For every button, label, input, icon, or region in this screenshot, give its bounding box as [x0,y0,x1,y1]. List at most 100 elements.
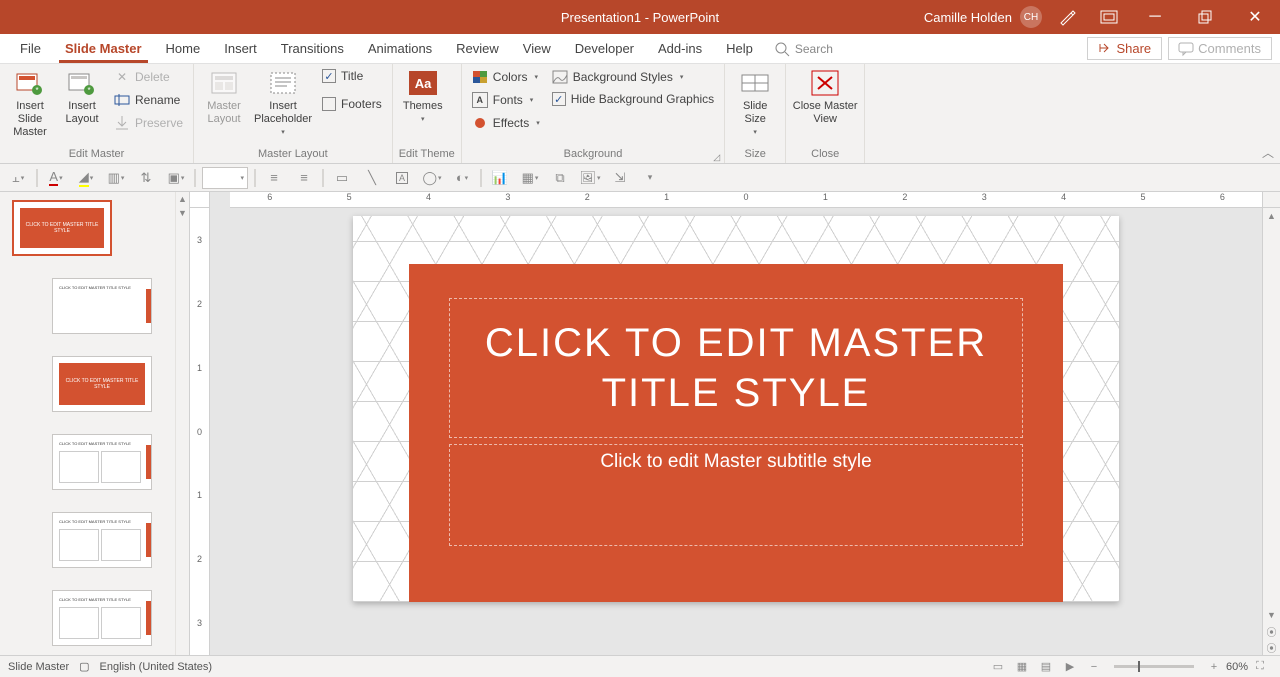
zoom-in-button[interactable]: + [1202,658,1226,676]
scroll-down-icon[interactable]: ▼ [176,206,189,220]
prev-slide-icon[interactable]: ⦿ [1263,623,1280,639]
tab-insert[interactable]: Insert [212,35,269,62]
insert-slide-master-button[interactable]: * Insert Slide Master [6,67,54,139]
more-shapes-button[interactable]: ◐▾ [450,167,474,189]
rename-button[interactable]: Rename [110,90,187,110]
slide-size-button[interactable]: Slide Size ▾ [731,67,779,139]
slideshow-icon[interactable]: ▶ [1058,658,1082,676]
layout-thumb[interactable]: CLICK TO EDIT MASTER TITLE STYLE [52,512,152,568]
slide[interactable]: CLICK TO EDIT MASTER TITLE STYLE Click t… [353,216,1119,602]
delete-button[interactable]: ✕Delete [110,67,187,87]
layout-thumb[interactable]: CLICK TO EDIT MASTER TITLE STYLE [52,278,152,334]
master-layout-button: Master Layout [200,67,248,126]
tab-home[interactable]: Home [154,35,213,62]
chart-button[interactable]: 📊 [488,167,512,189]
tab-slide-master[interactable]: Slide Master [53,35,154,62]
tab-view[interactable]: View [511,35,563,62]
tab-file[interactable]: File [8,35,53,62]
tab-addins[interactable]: Add-ins [646,35,714,62]
tab-animations[interactable]: Animations [356,35,444,62]
footers-checkbox[interactable]: Footers [318,95,386,113]
collapse-ribbon-icon[interactable]: ︿ [1262,144,1274,161]
layout-thumb[interactable]: CLICK TO EDIT MASTER TITLE STYLE [52,590,152,646]
tab-transitions[interactable]: Transitions [269,35,356,62]
send-back-button[interactable]: ⇲ [608,167,632,189]
tab-review[interactable]: Review [444,35,511,62]
avatar[interactable]: CH [1020,6,1042,28]
normal-view-icon[interactable]: ▭ [986,658,1010,676]
layout-thumb[interactable]: CLICK TO EDIT MASTER TITLE STYLE [52,356,152,412]
restore-button[interactable] [1184,0,1226,34]
scroll-up-icon[interactable]: ▲ [1263,208,1280,224]
scroll-down-icon[interactable]: ▼ [1263,607,1280,623]
insert-placeholder-button[interactable]: Insert Placeholder ▾ [252,67,314,139]
textbox-button[interactable]: A [390,167,414,189]
align-left-button[interactable]: ≡ [262,167,286,189]
thumbnail-pane[interactable]: CLICK TO EDIT MASTER TITLE STYLE CLICK T… [0,192,190,655]
vertical-scrollbar[interactable]: ▲ ▼ ⦿ ⦿ [1262,208,1280,655]
group-button[interactable]: ▣▾ [164,167,188,189]
rename-icon [114,92,130,108]
crop-button[interactable]: ⧉ [548,167,572,189]
svg-text:*: * [35,86,38,95]
style-dropdown[interactable]: ▾ [202,167,248,189]
preserve-button[interactable]: Preserve [110,113,187,133]
sort-button[interactable]: ⇅ [134,167,158,189]
user-name[interactable]: Camille Holden [924,10,1012,25]
shapes-button[interactable]: ◯▾ [420,167,444,189]
hide-bg-checkbox[interactable]: ✓Hide Background Graphics [548,90,718,108]
title-placeholder[interactable]: CLICK TO EDIT MASTER TITLE STYLE [449,298,1023,438]
master-thumb[interactable]: CLICK TO EDIT MASTER TITLE STYLE [12,200,112,256]
insert-layout-button[interactable]: * Insert Layout [58,67,106,126]
colors-button[interactable]: Colors▾ [468,67,544,87]
search-icon [775,42,789,56]
fonts-button[interactable]: AFonts▾ [468,90,544,110]
next-slide-icon[interactable]: ⦿ [1263,639,1280,655]
minimize-button[interactable]: ─ [1134,0,1176,34]
themes-button[interactable]: Aa Themes ▾ [399,67,447,126]
checkbox-checked-icon: ✓ [552,92,566,106]
fit-window-icon[interactable]: ⛶ [1248,658,1272,676]
sorter-view-icon[interactable]: ▦ [1010,658,1034,676]
rect-shape-button[interactable]: ▭ [330,167,354,189]
comments-button[interactable]: Comments [1168,37,1272,60]
pen-icon[interactable] [1050,0,1084,34]
checkbox-checked-icon: ✓ [322,69,336,83]
tab-developer[interactable]: Developer [563,35,646,62]
align-objects-button[interactable]: ⫠▾ [6,167,30,189]
spellcheck-icon[interactable]: ▢ [79,660,89,673]
shape-fill-button[interactable]: ▥▾ [104,167,128,189]
layout-thumb[interactable]: CLICK TO EDIT MASTER TITLE STYLE [52,434,152,490]
zoom-slider[interactable] [1114,665,1194,668]
table-button[interactable]: ▦▾ [518,167,542,189]
ruler-horizontal[interactable]: 6543210123456 [230,192,1262,208]
effects-button[interactable]: Effects▾ [468,113,544,133]
reading-view-icon[interactable]: ▤ [1034,658,1058,676]
workspace: CLICK TO EDIT MASTER TITLE STYLE CLICK T… [0,192,1280,655]
display-options-icon[interactable] [1092,0,1126,34]
editor: 6543210123456 3210123 CLICK TO EDIT MAST… [190,192,1280,655]
close-master-view-button[interactable]: Close Master View [792,67,858,126]
subtitle-placeholder[interactable]: Click to edit Master subtitle style [449,444,1023,546]
highlight-button[interactable]: ◢▾ [74,167,98,189]
bg-styles-button[interactable]: Background Styles▾ [548,67,718,87]
picture-button[interactable]: 🖼▾ [578,167,602,189]
align-right-button[interactable]: ≡ [292,167,316,189]
more-options-button[interactable]: ▾ [638,167,662,189]
thumbs-scrollbar[interactable]: ▲ ▼ [175,192,189,655]
zoom-out-button[interactable]: − [1082,658,1106,676]
ruler-vertical[interactable]: 3210123 [190,208,210,655]
zoom-level[interactable]: 60% [1226,661,1248,673]
search-box[interactable]: Search [775,42,833,56]
line-shape-button[interactable]: ╲ [360,167,384,189]
dialog-launcher-icon[interactable]: ◿ [713,152,720,163]
share-button[interactable]: Share [1087,37,1162,60]
slide-canvas[interactable]: CLICK TO EDIT MASTER TITLE STYLE Click t… [210,208,1262,655]
status-language[interactable]: English (United States) [100,661,213,673]
font-color-button[interactable]: A▾ [44,167,68,189]
close-window-button[interactable]: ✕ [1234,0,1276,34]
title-checkbox[interactable]: ✓Title [318,67,386,85]
tab-help[interactable]: Help [714,35,765,62]
scroll-up-icon[interactable]: ▲ [176,192,189,206]
ribbon: * Insert Slide Master * Insert Layout ✕D… [0,64,1280,164]
